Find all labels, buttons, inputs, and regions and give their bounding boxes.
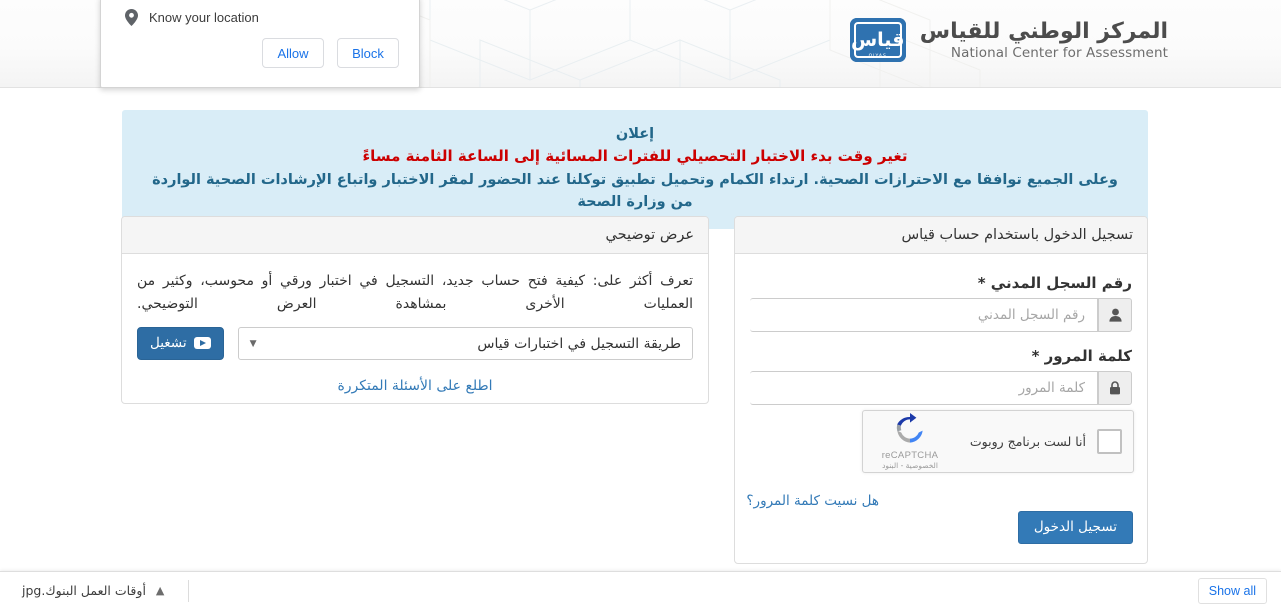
page-root: المركز الوطني للقياس National Center for… <box>0 0 1281 609</box>
demo-panel-body: تعرف أكثر على: كيفية فتح حساب جديد، التس… <box>122 254 708 408</box>
announcement-banner: إعلان تغير وقت بدء الاختبار التحصيلي للف… <box>122 110 1148 229</box>
download-item[interactable]: أوقات العمل البنوك.jpg ▲ <box>22 583 164 598</box>
download-file-name: أوقات العمل البنوك.jpg <box>22 583 146 598</box>
brand-name-english: National Center for Assessment <box>950 44 1168 61</box>
demo-panel: عرض توضيحي تعرف أكثر على: كيفية فتح حساب… <box>121 216 709 404</box>
brand-logo: المركز الوطني للقياس National Center for… <box>849 18 1168 62</box>
location-permission-popup: Know your location Allow Block <box>100 0 420 88</box>
announcement-line-blue: وعلى الجميع توافقا مع الاحترازات الصحية.… <box>152 171 1118 211</box>
qiyas-logo-glyph: قياس <box>850 28 906 51</box>
user-icon <box>1098 298 1132 332</box>
download-bar: أوقات العمل البنوك.jpg ▲ Show all <box>0 571 1281 609</box>
demo-video-select[interactable]: طريقة التسجيل في اختبارات قياس ▼ <box>237 327 693 361</box>
chevron-down-icon: ▼ <box>249 338 257 349</box>
location-permission-actions: Allow Block <box>101 26 419 68</box>
recaptcha-widget[interactable]: أنا لست برنامج روبوت reCAPTCHA الخصوصية … <box>862 410 1134 473</box>
password-input-wrapper[interactable] <box>750 371 1098 405</box>
announcement-title: إعلان <box>615 126 655 142</box>
qiyas-logo-frame: قياس <box>850 22 906 58</box>
recaptcha-brand-name: reCAPTCHA <box>881 450 939 461</box>
location-permission-message-row: Know your location <box>101 0 419 26</box>
download-bar-divider <box>188 579 190 602</box>
demo-description: تعرف أكثر على: كيفية فتح حساب جديد، التس… <box>137 273 693 312</box>
allow-button[interactable]: Allow <box>262 38 324 68</box>
national-id-field-group <box>750 298 1132 332</box>
national-id-label: رقم السجل المدني * <box>977 274 1132 292</box>
recaptcha-branding: reCAPTCHA الخصوصية - البنود <box>874 413 946 470</box>
password-field-group <box>750 371 1132 405</box>
recaptcha-checkbox[interactable] <box>1097 429 1122 454</box>
play-video-label: تشغيل <box>150 335 187 351</box>
login-panel-title: تسجيل الدخول باستخدام حساب قياس <box>901 227 1133 243</box>
location-pin-icon <box>125 9 138 26</box>
demo-panel-title: عرض توضيحي <box>605 227 694 243</box>
forgot-password-link[interactable]: هل نسيت كلمة المرور؟ <box>746 493 879 509</box>
login-panel-body: رقم السجل المدني * كلمة المرور * <box>735 254 1147 423</box>
demo-video-select-value: طريقة التسجيل في اختبارات قياس <box>477 335 681 352</box>
recaptcha-logo-icon <box>896 413 923 443</box>
qiyas-logo-icon: قياس QIYAS <box>849 18 906 62</box>
brand-name-arabic: المركز الوطني للقياس <box>919 18 1168 44</box>
location-permission-label: Know your location <box>149 10 259 25</box>
demo-panel-header: عرض توضيحي <box>122 217 708 254</box>
login-submit-button[interactable]: تسجيل الدخول <box>1017 511 1133 544</box>
chevron-up-icon[interactable]: ▲ <box>156 584 164 597</box>
demo-controls-row: طريقة التسجيل في اختبارات قياس ▼ تشغيل <box>137 327 693 361</box>
show-all-downloads-button[interactable]: Show all <box>1197 577 1267 604</box>
national-id-input[interactable] <box>760 299 1087 331</box>
announcement-line-red: تغير وقت بدء الاختبار التحصيلي للفترات ا… <box>362 147 908 166</box>
faq-link[interactable]: اطلع على الأسئلة المتكررة <box>137 378 693 394</box>
login-panel-header: تسجيل الدخول باستخدام حساب قياس <box>735 217 1147 254</box>
youtube-play-icon <box>193 337 211 350</box>
recaptcha-label: أنا لست برنامج روبوت <box>969 434 1086 449</box>
brand-text: المركز الوطني للقياس National Center for… <box>920 20 1168 60</box>
lock-icon <box>1098 371 1132 405</box>
password-label: كلمة المرور * <box>1031 347 1132 365</box>
recaptcha-terms[interactable]: الخصوصية - البنود <box>874 461 946 470</box>
password-input[interactable] <box>760 372 1087 404</box>
national-id-input-wrapper[interactable] <box>750 298 1098 332</box>
block-button[interactable]: Block <box>337 38 399 68</box>
qiyas-logo-subtext: QIYAS <box>868 54 887 59</box>
play-video-button[interactable]: تشغيل <box>137 327 224 361</box>
